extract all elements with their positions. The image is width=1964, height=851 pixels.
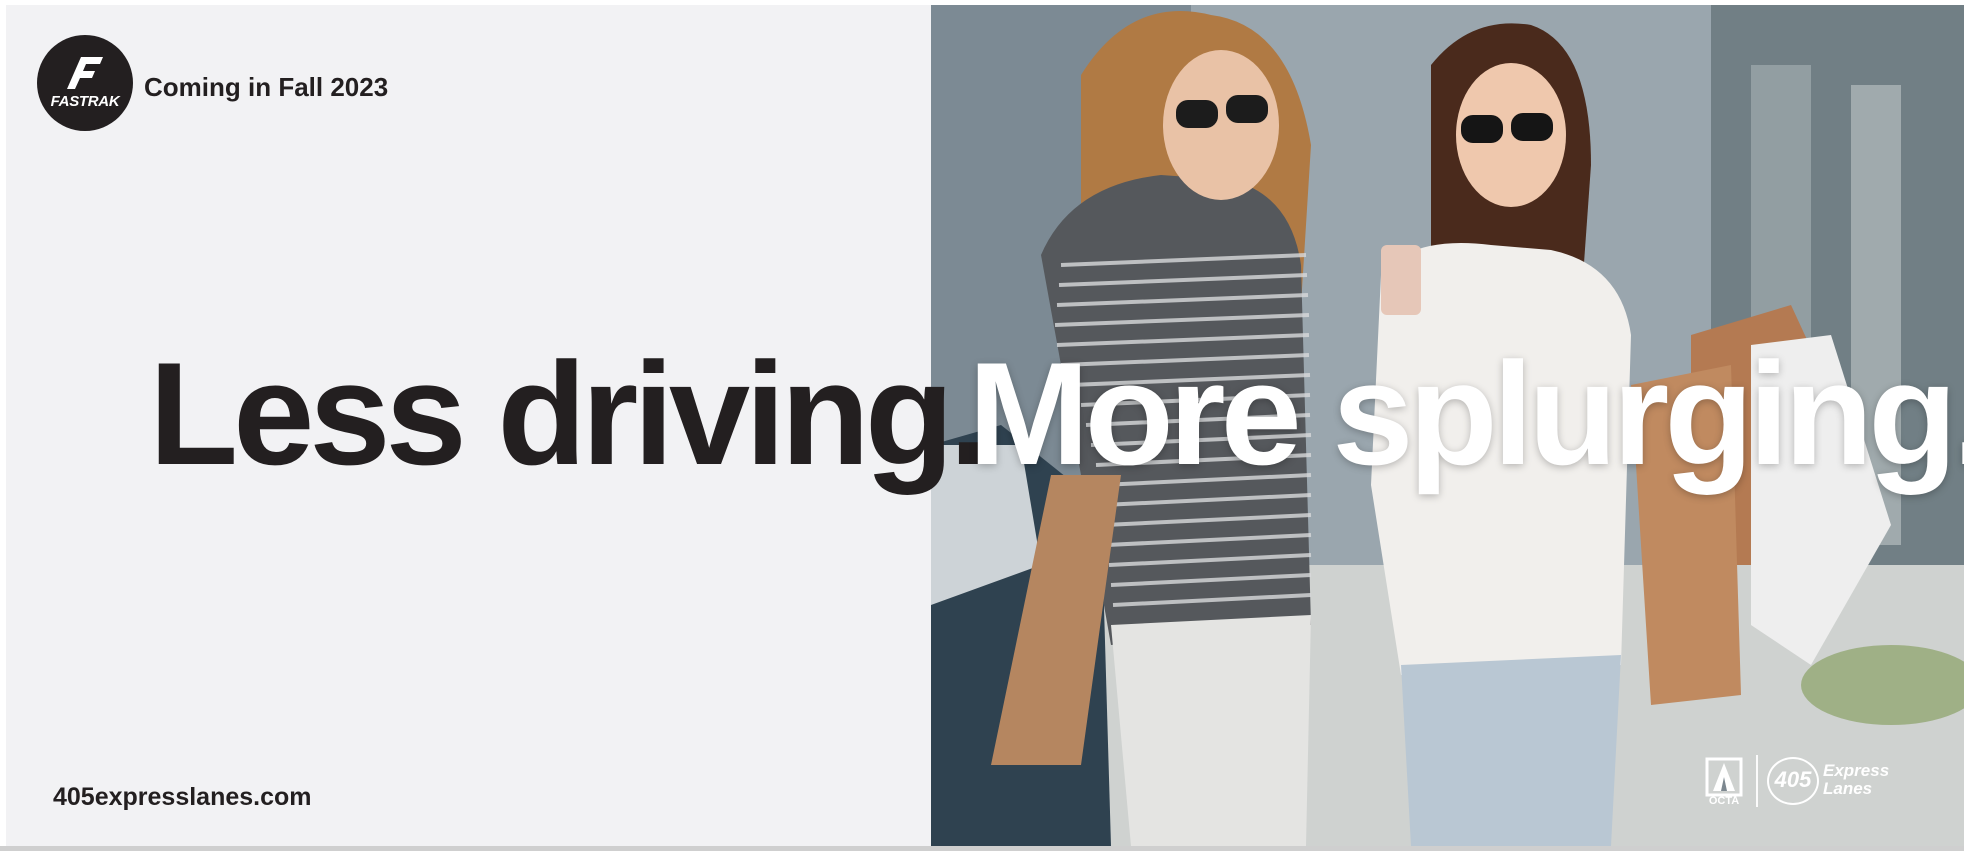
lanes-label: Lanes [1823, 779, 1873, 798]
express-label: Express [1823, 761, 1890, 780]
octa-label: OCTA [1708, 795, 1740, 807]
logo-divider [1756, 755, 1758, 807]
fastrak-logo-icon: FASTRAK [37, 35, 133, 131]
partner-logos: OCTA 405 Express Lanes [1701, 753, 1931, 813]
headline: Less driving. More splurging. [6, 341, 1964, 501]
headline-more-splurging: More splurging. [968, 332, 1964, 495]
billboard-ad: FASTRAK Coming in Fall 2023 405expressla… [6, 5, 1964, 846]
launch-tagline: Coming in Fall 2023 [144, 72, 389, 102]
bottom-border [0, 846, 1964, 851]
website-link[interactable]: 405expresslanes.com [53, 783, 312, 812]
fastrak-wordmark: FASTRAK [50, 93, 120, 110]
route-405-number: 405 [1774, 767, 1812, 792]
fastrak-mark-icon [67, 57, 103, 89]
headline-less-driving: Less driving. [149, 332, 990, 495]
